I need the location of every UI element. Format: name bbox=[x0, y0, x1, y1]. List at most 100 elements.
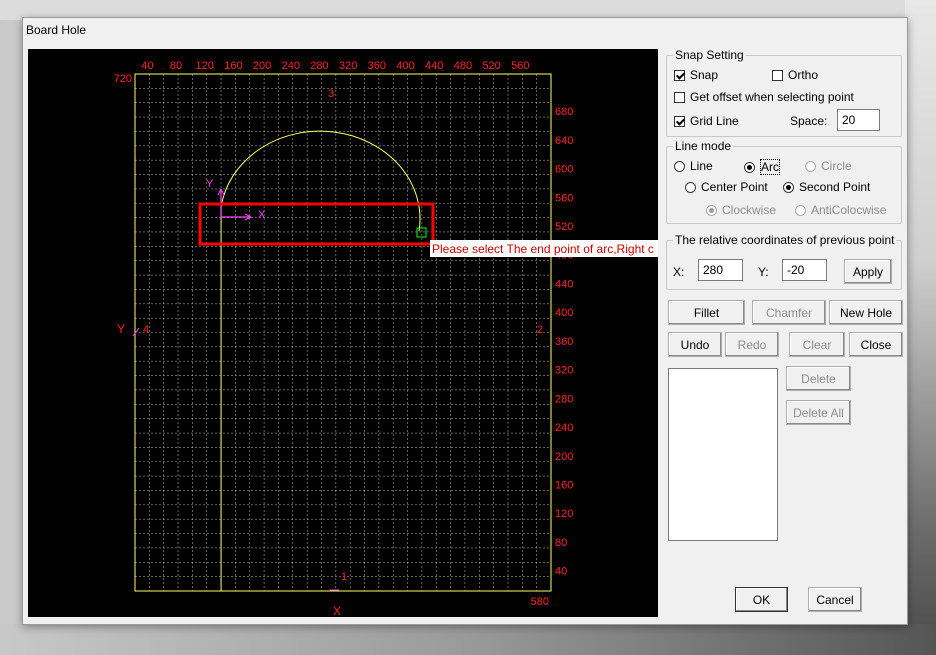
grid-line-checkbox[interactable]: Grid Line bbox=[674, 114, 739, 128]
clockwise-label: Clockwise bbox=[722, 203, 777, 217]
clockwise-radio-icon[interactable] bbox=[706, 204, 717, 216]
x-coord-label: X: bbox=[673, 265, 685, 279]
desktop-background-bottom bbox=[0, 624, 936, 655]
arc-radio-icon[interactable] bbox=[744, 161, 755, 173]
line-mode-label: Line mode bbox=[673, 139, 734, 153]
top-tick-label: 160 bbox=[224, 60, 242, 72]
side-label-bottom: 1 bbox=[341, 571, 347, 583]
drawing-canvas[interactable]: 40 80 120 160 200 240 280 320 360 400 440 480 520 560… bbox=[28, 49, 658, 617]
line-radio-icon[interactable] bbox=[674, 160, 685, 172]
center-point-label: Center Point bbox=[701, 180, 768, 194]
right-tick-label: 320 bbox=[555, 365, 573, 377]
close-button[interactable]: Close bbox=[849, 332, 903, 357]
corner-label-top-left: 720 bbox=[114, 73, 132, 85]
hole-arc bbox=[220, 130, 421, 232]
top-tick-label: 480 bbox=[454, 60, 472, 72]
chamfer-button[interactable]: Chamfer bbox=[752, 300, 826, 325]
circle-radio[interactable]: Circle bbox=[805, 159, 852, 173]
x-coord-input[interactable]: 280 bbox=[698, 259, 743, 281]
offset-check-icon[interactable] bbox=[674, 91, 685, 103]
circle-radio-icon[interactable] bbox=[805, 160, 816, 172]
side-label-left: 4 bbox=[143, 324, 149, 336]
grid-line-label: Grid Line bbox=[690, 114, 739, 128]
ortho-checkbox[interactable]: Ortho bbox=[772, 68, 818, 82]
redo-button[interactable]: Redo bbox=[725, 332, 779, 357]
corner-label-bottom-right: 580 bbox=[531, 596, 549, 608]
right-tick-label: 200 bbox=[555, 451, 573, 463]
right-tick-label: 240 bbox=[555, 422, 573, 434]
top-tick-label: 360 bbox=[368, 60, 386, 72]
offset-label: Get offset when selecting point bbox=[690, 90, 854, 104]
y-coord-label: Y: bbox=[758, 265, 769, 279]
right-tick-label: 440 bbox=[555, 278, 573, 290]
center-point-radio[interactable]: Center Point bbox=[685, 180, 768, 194]
right-tick-label: 80 bbox=[555, 537, 567, 549]
snap-setting-label: Snap Setting bbox=[673, 48, 746, 62]
ortho-check-icon[interactable] bbox=[772, 69, 783, 81]
window-title: Board Hole bbox=[26, 23, 87, 37]
second-point-label: Second Point bbox=[799, 180, 871, 194]
top-tick-label: 520 bbox=[482, 60, 500, 72]
undo-button[interactable]: Undo bbox=[668, 332, 722, 357]
top-tick-label: 280 bbox=[310, 60, 328, 72]
apply-button[interactable]: Apply bbox=[844, 259, 892, 284]
axis-y-left-label: Y bbox=[117, 322, 125, 336]
anticlockwise-radio[interactable]: AntiColocwise bbox=[795, 203, 886, 217]
top-tick-label: 40 bbox=[141, 60, 153, 72]
ucs-x-label: X bbox=[258, 209, 266, 221]
top-tick-label: 240 bbox=[282, 60, 300, 72]
right-tick-label: 280 bbox=[555, 393, 573, 405]
right-tick-label: 40 bbox=[555, 566, 567, 578]
hole-list[interactable] bbox=[668, 368, 778, 541]
right-tick-label: 600 bbox=[555, 164, 573, 176]
top-tick-label: 200 bbox=[253, 60, 271, 72]
right-tick-label: 680 bbox=[555, 106, 573, 118]
arc-radio-label: Arc bbox=[760, 159, 780, 175]
snap-point-marker bbox=[416, 227, 427, 238]
fillet-button[interactable]: Fillet bbox=[668, 300, 745, 325]
ucs-y-label: Y bbox=[206, 178, 214, 190]
right-tick-label: 160 bbox=[555, 479, 573, 491]
top-tick-label: 560 bbox=[511, 60, 529, 72]
right-tick-label: 520 bbox=[555, 221, 573, 233]
new-hole-button[interactable]: New Hole bbox=[829, 300, 903, 325]
second-point-radio-icon[interactable] bbox=[783, 181, 794, 193]
grid-line-check-icon[interactable] bbox=[674, 115, 685, 127]
top-tick-label: 320 bbox=[339, 60, 357, 72]
arc-radio[interactable]: Arc bbox=[744, 159, 780, 175]
snap-check-icon[interactable] bbox=[674, 69, 685, 81]
circle-radio-label: Circle bbox=[821, 159, 852, 173]
line-radio[interactable]: Line bbox=[674, 159, 713, 173]
right-tick-label: 360 bbox=[555, 336, 573, 348]
selection-rectangle bbox=[198, 202, 435, 246]
board-hole-dialog: Board Hole 40 80 120 160 200 240 280 320 360 400 4… bbox=[22, 17, 908, 625]
space-input[interactable]: 20 bbox=[837, 109, 880, 131]
desktop-background-right bbox=[905, 0, 936, 655]
right-tick-label: 560 bbox=[555, 192, 573, 204]
offset-checkbox[interactable]: Get offset when selecting point bbox=[674, 90, 854, 104]
top-tick-label: 120 bbox=[196, 60, 214, 72]
snap-checkbox[interactable]: Snap bbox=[674, 68, 718, 82]
prompt-tooltip-text: Please select The end point of arc,Right… bbox=[432, 242, 654, 256]
clear-button[interactable]: Clear bbox=[789, 332, 845, 357]
center-point-radio-icon[interactable] bbox=[685, 181, 696, 193]
side-label-top: 3 bbox=[328, 88, 334, 100]
anticlockwise-label: AntiColocwise bbox=[811, 203, 887, 217]
axis-y-left-marker bbox=[132, 327, 140, 337]
axis-x-bottom-label: X bbox=[333, 604, 341, 617]
clockwise-radio[interactable]: Clockwise bbox=[706, 203, 776, 217]
top-tick-label: 440 bbox=[425, 60, 443, 72]
drawing-svg[interactable]: 40 80 120 160 200 240 280 320 360 400 440 480 520 560… bbox=[28, 49, 658, 617]
delete-button[interactable]: Delete bbox=[786, 366, 851, 391]
delete-all-button[interactable]: Delete All bbox=[786, 400, 851, 425]
y-coord-input[interactable]: -20 bbox=[782, 259, 827, 281]
anticlockwise-radio-icon[interactable] bbox=[795, 204, 806, 216]
right-tick-label: 400 bbox=[555, 307, 573, 319]
right-tick-label: 120 bbox=[555, 508, 573, 520]
ortho-label: Ortho bbox=[788, 68, 819, 82]
right-tick-label: 640 bbox=[555, 135, 573, 147]
snap-label: Snap bbox=[690, 68, 719, 82]
ok-button[interactable]: OK bbox=[735, 587, 788, 612]
second-point-radio[interactable]: Second Point bbox=[783, 180, 870, 194]
cancel-button[interactable]: Cancel bbox=[808, 587, 862, 612]
